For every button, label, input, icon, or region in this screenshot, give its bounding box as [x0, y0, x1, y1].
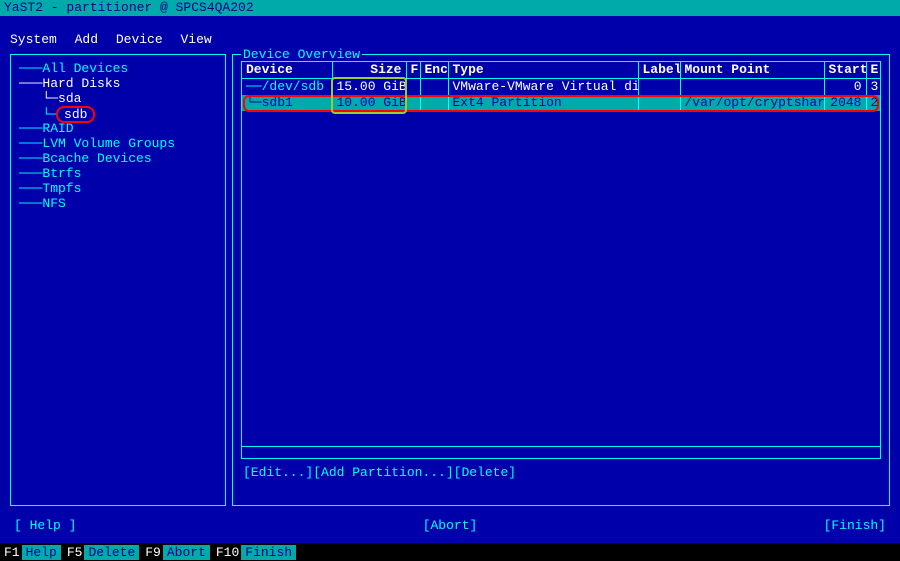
edit-button[interactable]: [Edit...] [243, 465, 313, 480]
device-tree-panel: ───All Devices ───Hard Disks └─sda └─sdb… [10, 54, 226, 506]
f9-key[interactable]: F9 [143, 545, 163, 560]
device-table: Device Size F Enc Type Label Mount Point… [241, 61, 881, 459]
tree-raid[interactable]: ───RAID [19, 121, 217, 136]
col-mount[interactable]: Mount Point [680, 62, 824, 79]
dialog-buttons: [ Help ] [Abort] [Finish] [0, 508, 900, 538]
abort-button[interactable]: [Abort] [423, 518, 478, 538]
col-label[interactable]: Label [638, 62, 680, 79]
f5-key[interactable]: F5 [65, 545, 85, 560]
finish-button[interactable]: [Finish] [824, 518, 886, 538]
horizontal-scrollbar[interactable] [242, 446, 880, 458]
f1-key[interactable]: F1 [2, 545, 22, 560]
main-area: ───All Devices ───Hard Disks └─sda └─sdb… [0, 48, 900, 508]
col-start[interactable]: Start [824, 62, 866, 79]
f10-key[interactable]: F10 [214, 545, 241, 560]
title-bar: YaST2 - partitioner @ SPCS4QA202 [0, 0, 900, 16]
function-key-bar: F1Help F5Delete F9Abort F10Finish [0, 543, 900, 561]
tree-tmpfs[interactable]: ───Tmpfs [19, 181, 217, 196]
col-f[interactable]: F [406, 62, 420, 79]
delete-button[interactable]: [Delete] [454, 465, 516, 480]
col-type[interactable]: Type [448, 62, 638, 79]
add-partition-button[interactable]: [Add Partition...] [313, 465, 453, 480]
menu-bar: System Add Device View [0, 30, 900, 48]
tree-all-devices[interactable]: ───All Devices [19, 61, 217, 76]
col-enc[interactable]: Enc [420, 62, 448, 79]
tree-nfs[interactable]: ───NFS [19, 196, 217, 211]
table-row[interactable]: ──/dev/sdb 15.00 GiB VMware-VMware Virtu… [242, 79, 880, 96]
menu-system[interactable]: System [10, 32, 57, 47]
tree-sdb[interactable]: └─sdb [19, 106, 217, 121]
table-header: Device Size F Enc Type Label Mount Point… [242, 62, 880, 79]
device-overview-panel: Device Overview Device Size F Enc Type L… [232, 54, 890, 506]
menu-device[interactable]: Device [116, 32, 163, 47]
menu-add[interactable]: Add [75, 32, 98, 47]
table-row-selected[interactable]: └─sdb1 10.00 GiB Ext4 Partition /var/opt… [242, 95, 880, 111]
tree-btrfs[interactable]: ───Btrfs [19, 166, 217, 181]
tree-hard-disks[interactable]: ───Hard Disks [19, 76, 217, 91]
help-button[interactable]: [ Help ] [14, 518, 76, 538]
col-end[interactable]: E [866, 62, 880, 79]
row-actions: [Edit...][Add Partition...][Delete] [241, 459, 881, 480]
tree-lvm[interactable]: ───LVM Volume Groups [19, 136, 217, 151]
panel-title: Device Overview [241, 47, 362, 62]
col-size[interactable]: Size [332, 62, 406, 79]
col-device[interactable]: Device [242, 62, 332, 79]
tree-bcache[interactable]: ───Bcache Devices [19, 151, 217, 166]
tree-sda[interactable]: └─sda [19, 91, 217, 106]
menu-view[interactable]: View [180, 32, 211, 47]
